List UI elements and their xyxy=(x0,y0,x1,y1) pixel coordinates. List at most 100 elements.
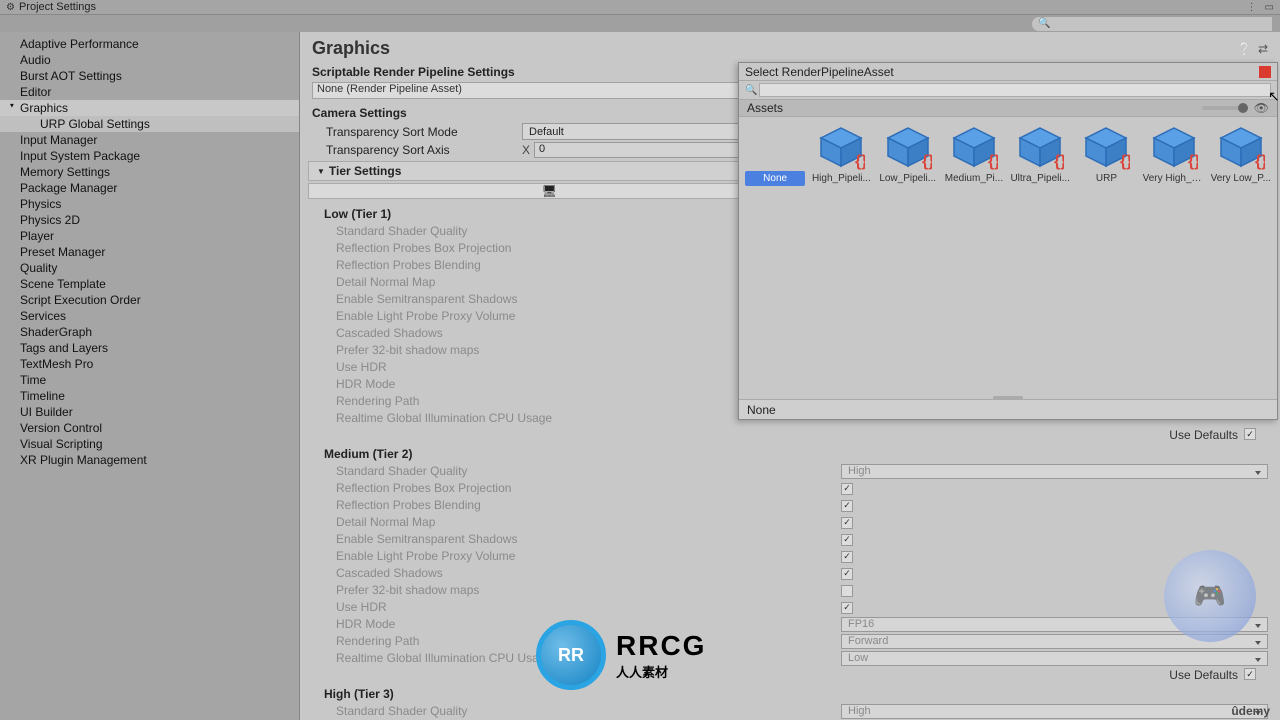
tier-prop-checkbox[interactable]: ✓ xyxy=(841,551,853,563)
search-icon: 🔍 xyxy=(745,85,757,96)
asset-item-very-low-p-[interactable]: {}Very Low_P... xyxy=(1211,125,1271,186)
sidebar-item-tags-and-layers[interactable]: Tags and Layers xyxy=(0,340,299,356)
tier-prop: Detail Normal Map✓ xyxy=(312,514,1268,531)
sidebar-item-player[interactable]: Player xyxy=(0,228,299,244)
asset-label: None xyxy=(745,171,805,186)
sidebar-item-script-execution-order[interactable]: Script Execution Order xyxy=(0,292,299,308)
sidebar-item-graphics[interactable]: Graphics xyxy=(0,100,299,116)
sidebar-item-xr-plugin-management[interactable]: XR Plugin Management xyxy=(0,452,299,468)
sidebar-item-time[interactable]: Time xyxy=(0,372,299,388)
gear-icon: ⚙ xyxy=(6,2,15,13)
pipeline-asset-icon: {} xyxy=(883,125,933,171)
close-icon[interactable] xyxy=(1259,66,1271,78)
tier-prop-checkbox[interactable] xyxy=(841,585,853,597)
asset-item-medium-pi-[interactable]: {}Medium_Pi... xyxy=(944,125,1004,186)
tier-prop: Enable Light Probe Proxy Volume✓ xyxy=(312,548,1268,565)
sidebar-item-burst-aot-settings[interactable]: Burst AOT Settings xyxy=(0,68,299,84)
svg-text:{}: {} xyxy=(988,153,998,170)
tier-prop: Enable Semitransparent Shadows✓ xyxy=(312,531,1268,548)
use-defaults-checkbox[interactable]: ✓ xyxy=(1244,668,1256,680)
asset-item-low-pipeli-[interactable]: {}Low_Pipeli... xyxy=(878,125,938,186)
sidebar-item-physics[interactable]: Physics xyxy=(0,196,299,212)
tier-prop-checkbox[interactable]: ✓ xyxy=(841,500,853,512)
tier-prop: Use HDR✓ xyxy=(312,599,1268,616)
sidebar-item-textmesh-pro[interactable]: TextMesh Pro xyxy=(0,356,299,372)
tier-prop-checkbox[interactable]: ✓ xyxy=(841,517,853,529)
platform-tab-standalone[interactable]: 🖥 xyxy=(309,184,791,198)
popup-size-slider[interactable] xyxy=(1202,106,1248,110)
tier-prop-label: Use HDR xyxy=(336,599,841,616)
svg-text:{}: {} xyxy=(1120,153,1130,170)
asset-item-high-pipeli-[interactable]: {}High_Pipeli... xyxy=(811,125,871,186)
top-search-row: 🔍 xyxy=(0,14,1280,32)
popout-icon[interactable]: ▭ xyxy=(1265,2,1274,13)
tier-prop: Standard Shader QualityHigh xyxy=(312,463,1268,480)
sidebar-item-ui-builder[interactable]: UI Builder xyxy=(0,404,299,420)
none-icon xyxy=(750,125,800,171)
tier-prop: Reflection Probes Box Projection✓ xyxy=(312,480,1268,497)
window-controls[interactable]: ⋮ ▭ xyxy=(1247,2,1274,13)
tier-prop: Standard Shader QualityHigh xyxy=(312,703,1268,720)
tier-prop-checkbox[interactable]: ✓ xyxy=(841,534,853,546)
use-defaults-label: Use Defaults xyxy=(1169,668,1238,682)
tier-prop-label: Prefer 32-bit shadow maps xyxy=(336,582,841,599)
sidebar-item-shadergraph[interactable]: ShaderGraph xyxy=(0,324,299,340)
eye-icon[interactable]: 👁 xyxy=(1254,101,1269,115)
sidebar-item-editor[interactable]: Editor xyxy=(0,84,299,100)
tier-prop: Prefer 32-bit shadow maps xyxy=(312,582,1268,599)
axis-x-label: X xyxy=(522,143,534,157)
tier-name: High (Tier 3) xyxy=(312,683,1268,703)
sidebar-item-package-manager[interactable]: Package Manager xyxy=(0,180,299,196)
settings-search-input[interactable]: 🔍 xyxy=(1032,17,1272,31)
asset-item-none[interactable]: None xyxy=(745,125,805,186)
asset-item-urp[interactable]: {}URP xyxy=(1076,125,1136,186)
svg-text:{}: {} xyxy=(1054,153,1064,170)
sidebar-item-preset-manager[interactable]: Preset Manager xyxy=(0,244,299,260)
sidebar-item-timeline[interactable]: Timeline xyxy=(0,388,299,404)
tier-prop-value: High xyxy=(848,463,871,480)
tier-prop-checkbox[interactable]: ✓ xyxy=(841,568,853,580)
sidebar-item-services[interactable]: Services xyxy=(0,308,299,324)
tier-prop-label: Standard Shader Quality xyxy=(336,703,841,720)
sidebar-item-input-system-package[interactable]: Input System Package xyxy=(0,148,299,164)
tier-prop: Reflection Probes Blending✓ xyxy=(312,497,1268,514)
sidebar-item-visual-scripting[interactable]: Visual Scripting xyxy=(0,436,299,452)
tier-prop-checkbox[interactable]: ✓ xyxy=(841,602,853,614)
sidebar-item-adaptive-performance[interactable]: Adaptive Performance xyxy=(0,36,299,52)
menu-icon[interactable]: ⋮ xyxy=(1247,2,1257,13)
svg-text:{}: {} xyxy=(922,153,932,170)
sidebar-item-quality[interactable]: Quality xyxy=(0,260,299,276)
asset-item-ultra-pipeli-[interactable]: {}Ultra_Pipeli... xyxy=(1010,125,1070,186)
tier-prop-value: Forward xyxy=(848,633,888,650)
asset-label: High_Pipeli... xyxy=(811,171,871,186)
tier-prop-label: Enable Light Probe Proxy Volume xyxy=(336,548,841,565)
asset-item-very-high-p-[interactable]: {}Very High_P... xyxy=(1143,125,1205,186)
tier-prop-label: Enable Semitransparent Shadows xyxy=(336,531,841,548)
use-defaults-checkbox[interactable]: ✓ xyxy=(1244,428,1256,440)
tier-prop-label: Reflection Probes Blending xyxy=(336,497,841,514)
asset-label: Low_Pipeli... xyxy=(878,171,938,186)
sidebar-item-urp-global-settings[interactable]: URP Global Settings xyxy=(0,116,299,132)
svg-text:{}: {} xyxy=(855,153,865,170)
popup-search-input[interactable] xyxy=(759,83,1271,97)
sidebar-item-version-control[interactable]: Version Control xyxy=(0,420,299,436)
pipeline-asset-icon: {} xyxy=(1149,125,1199,171)
sidebar-item-input-manager[interactable]: Input Manager xyxy=(0,132,299,148)
sidebar-item-memory-settings[interactable]: Memory Settings xyxy=(0,164,299,180)
popup-title: Select RenderPipelineAsset xyxy=(745,65,894,79)
spiral-logo: 🎮 xyxy=(1164,550,1256,642)
sidebar-item-physics-2d[interactable]: Physics 2D xyxy=(0,212,299,228)
sidebar-item-scene-template[interactable]: Scene Template xyxy=(0,276,299,292)
rrcg-watermark: RR RRCG 人人素材 xyxy=(536,620,706,690)
tier-prop-dropdown[interactable]: High xyxy=(841,464,1268,479)
tier-prop-checkbox[interactable]: ✓ xyxy=(841,483,853,495)
tier-prop-value: FP16 xyxy=(848,616,874,633)
help-icon[interactable]: ❔ xyxy=(1237,42,1252,56)
tier-prop-dropdown[interactable]: High xyxy=(841,704,1268,719)
asset-label: URP xyxy=(1076,171,1136,186)
sidebar-item-audio[interactable]: Audio xyxy=(0,52,299,68)
pipeline-asset-icon: {} xyxy=(1081,125,1131,171)
tier-prop-dropdown[interactable]: Low xyxy=(841,651,1268,666)
asset-label: Medium_Pi... xyxy=(944,171,1004,186)
preset-icon[interactable]: ⇄ xyxy=(1258,42,1268,56)
